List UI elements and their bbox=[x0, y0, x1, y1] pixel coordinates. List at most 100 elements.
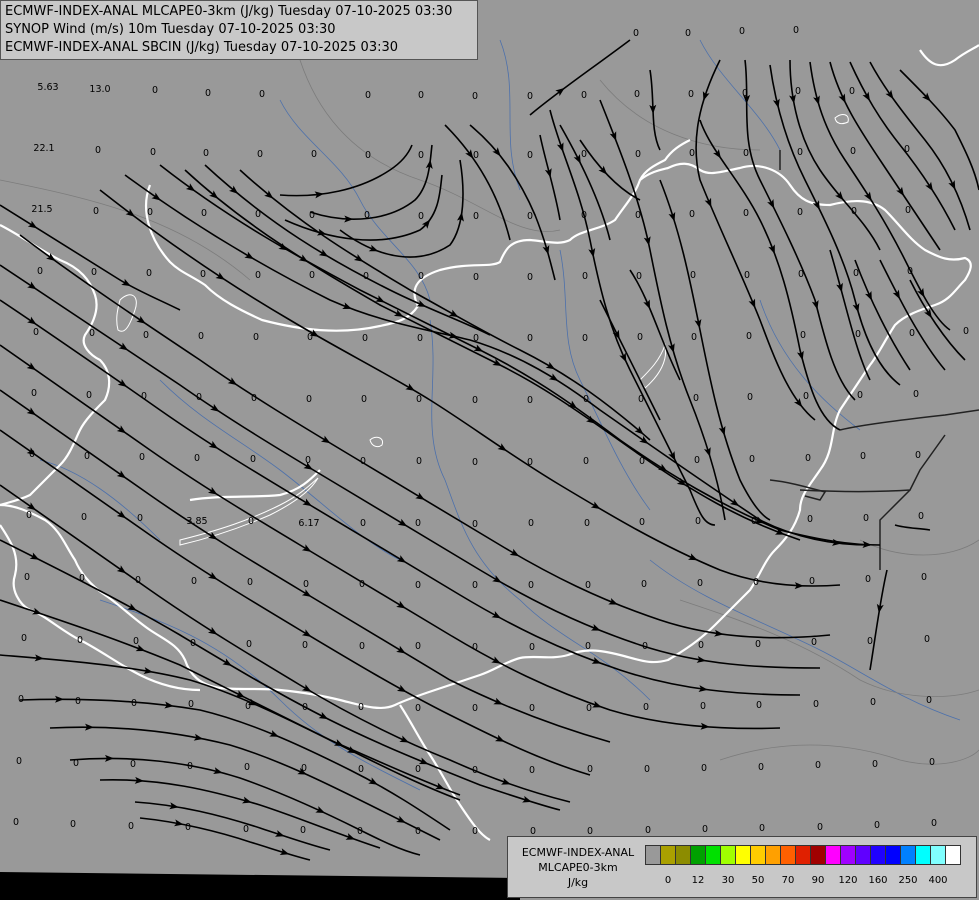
grid-value: 0 bbox=[691, 332, 697, 343]
grid-value: 0 bbox=[415, 826, 421, 837]
grid-value: 0 bbox=[582, 271, 588, 282]
grid-value: 0 bbox=[472, 765, 478, 776]
grid-value: 0 bbox=[251, 393, 257, 404]
legend-tick-label: 90 bbox=[811, 875, 825, 886]
grid-value: 0 bbox=[529, 703, 535, 714]
grid-value: 0 bbox=[139, 452, 145, 463]
grid-value: 0 bbox=[700, 701, 706, 712]
grid-value: 0 bbox=[259, 89, 265, 100]
grid-value: 0 bbox=[91, 267, 97, 278]
grid-value: 0 bbox=[472, 395, 478, 406]
grid-value: 0 bbox=[77, 635, 83, 646]
legend-tick-label: 250 bbox=[898, 875, 918, 886]
grid-value: 0 bbox=[753, 577, 759, 588]
grid-value: 21.5 bbox=[31, 204, 52, 215]
grid-value: 0 bbox=[702, 824, 708, 835]
grid-value: 0 bbox=[415, 580, 421, 591]
grid-value: 0 bbox=[245, 701, 251, 712]
grid-value: 0 bbox=[415, 703, 421, 714]
legend-swatches bbox=[645, 845, 961, 865]
grid-value: 0 bbox=[805, 453, 811, 464]
grid-value: 0 bbox=[143, 330, 149, 341]
grid-value: 0 bbox=[93, 206, 99, 217]
grid-value: 0 bbox=[130, 759, 136, 770]
grid-value: 0 bbox=[797, 207, 803, 218]
grid-value: 0 bbox=[693, 393, 699, 404]
legend-swatch bbox=[945, 845, 961, 865]
grid-value: 0 bbox=[743, 148, 749, 159]
grid-value: 0 bbox=[244, 762, 250, 773]
grid-value: 0 bbox=[152, 85, 158, 96]
grid-value: 0 bbox=[581, 149, 587, 160]
grid-value: 0 bbox=[89, 328, 95, 339]
grid-value: 0 bbox=[18, 694, 24, 705]
legend-swatch bbox=[645, 845, 661, 865]
grid-value: 0 bbox=[586, 703, 592, 714]
grid-value: 0 bbox=[797, 147, 803, 158]
legend-tick-label: 160 bbox=[868, 875, 888, 886]
grid-value: 0 bbox=[867, 636, 873, 647]
legend-swatch bbox=[780, 845, 796, 865]
grid-value: 0 bbox=[744, 270, 750, 281]
grid-value: 0 bbox=[473, 272, 479, 283]
grid-value: 0 bbox=[581, 210, 587, 221]
grid-value: 0 bbox=[24, 572, 30, 583]
grid-value: 0 bbox=[359, 579, 365, 590]
grid-value: 0 bbox=[417, 333, 423, 344]
grid-value: 0 bbox=[582, 333, 588, 344]
legend-ticks: 0 12 30 50 70 90 120 160 250 400 bbox=[645, 875, 975, 889]
grid-value: 13.0 bbox=[89, 84, 110, 95]
legend-swatch bbox=[855, 845, 871, 865]
grid-value: 0 bbox=[639, 456, 645, 467]
grid-value: 0 bbox=[931, 818, 937, 829]
grid-value: 0 bbox=[360, 456, 366, 467]
grid-value: 0 bbox=[31, 388, 37, 399]
grid-value: 0 bbox=[473, 333, 479, 344]
grid-value: 0 bbox=[359, 641, 365, 652]
grid-value: 0 bbox=[689, 148, 695, 159]
grid-value: 0 bbox=[803, 391, 809, 402]
grid-value: 0 bbox=[913, 389, 919, 400]
grid-value: 0 bbox=[416, 394, 422, 405]
grid-value: 0 bbox=[257, 149, 263, 160]
grid-value: 0 bbox=[758, 762, 764, 773]
grid-value: 0 bbox=[527, 150, 533, 161]
legend-swatch bbox=[660, 845, 676, 865]
grid-value: 0 bbox=[472, 703, 478, 714]
grid-value: 0 bbox=[246, 639, 252, 650]
grid-value: 0 bbox=[645, 825, 651, 836]
grid-value: 0 bbox=[185, 822, 191, 833]
legend-tick-label: 0 bbox=[664, 875, 672, 886]
grid-value: 0 bbox=[205, 88, 211, 99]
grid-value: 0 bbox=[755, 639, 761, 650]
grid-value: 0 bbox=[527, 395, 533, 406]
grid-value: 0 bbox=[528, 518, 534, 529]
grid-value: 0 bbox=[583, 394, 589, 405]
grid-value: 0 bbox=[255, 270, 261, 281]
legend-parameter: MLCAPE0-3km bbox=[538, 861, 618, 874]
grid-value: 0 bbox=[248, 516, 254, 527]
grid-value: 0 bbox=[926, 695, 932, 706]
grid-value: 0 bbox=[697, 578, 703, 589]
legend-label: ECMWF-INDEX-ANAL MLCAPE0-3km J/kg bbox=[510, 845, 646, 890]
grid-value: 0 bbox=[793, 25, 799, 36]
grid-value: 0 bbox=[642, 641, 648, 652]
legend-tick-label: 400 bbox=[928, 875, 948, 886]
grid-value: 0 bbox=[303, 579, 309, 590]
grid-value: 0 bbox=[472, 580, 478, 591]
grid-value: 0 bbox=[929, 757, 935, 768]
grid-value: 0 bbox=[360, 518, 366, 529]
title-sbcin: ECMWF-INDEX-ANAL SBCIN (J/kg) Tuesday 07… bbox=[5, 40, 399, 55]
grid-value: 0 bbox=[131, 698, 137, 709]
grid-value: 0 bbox=[857, 390, 863, 401]
grid-value: 0 bbox=[909, 328, 915, 339]
grid-value: 0 bbox=[746, 331, 752, 342]
grid-value: 0 bbox=[247, 577, 253, 588]
legend-swatch bbox=[765, 845, 781, 865]
grid-value: 0 bbox=[690, 270, 696, 281]
grid-value: 0 bbox=[685, 28, 691, 39]
color-legend: ECMWF-INDEX-ANAL MLCAPE0-3km J/kg 0 12 30 5… bbox=[507, 836, 977, 898]
grid-value: 0 bbox=[141, 391, 147, 402]
grid-value: 0 bbox=[150, 147, 156, 158]
grid-value: 0 bbox=[528, 580, 534, 591]
